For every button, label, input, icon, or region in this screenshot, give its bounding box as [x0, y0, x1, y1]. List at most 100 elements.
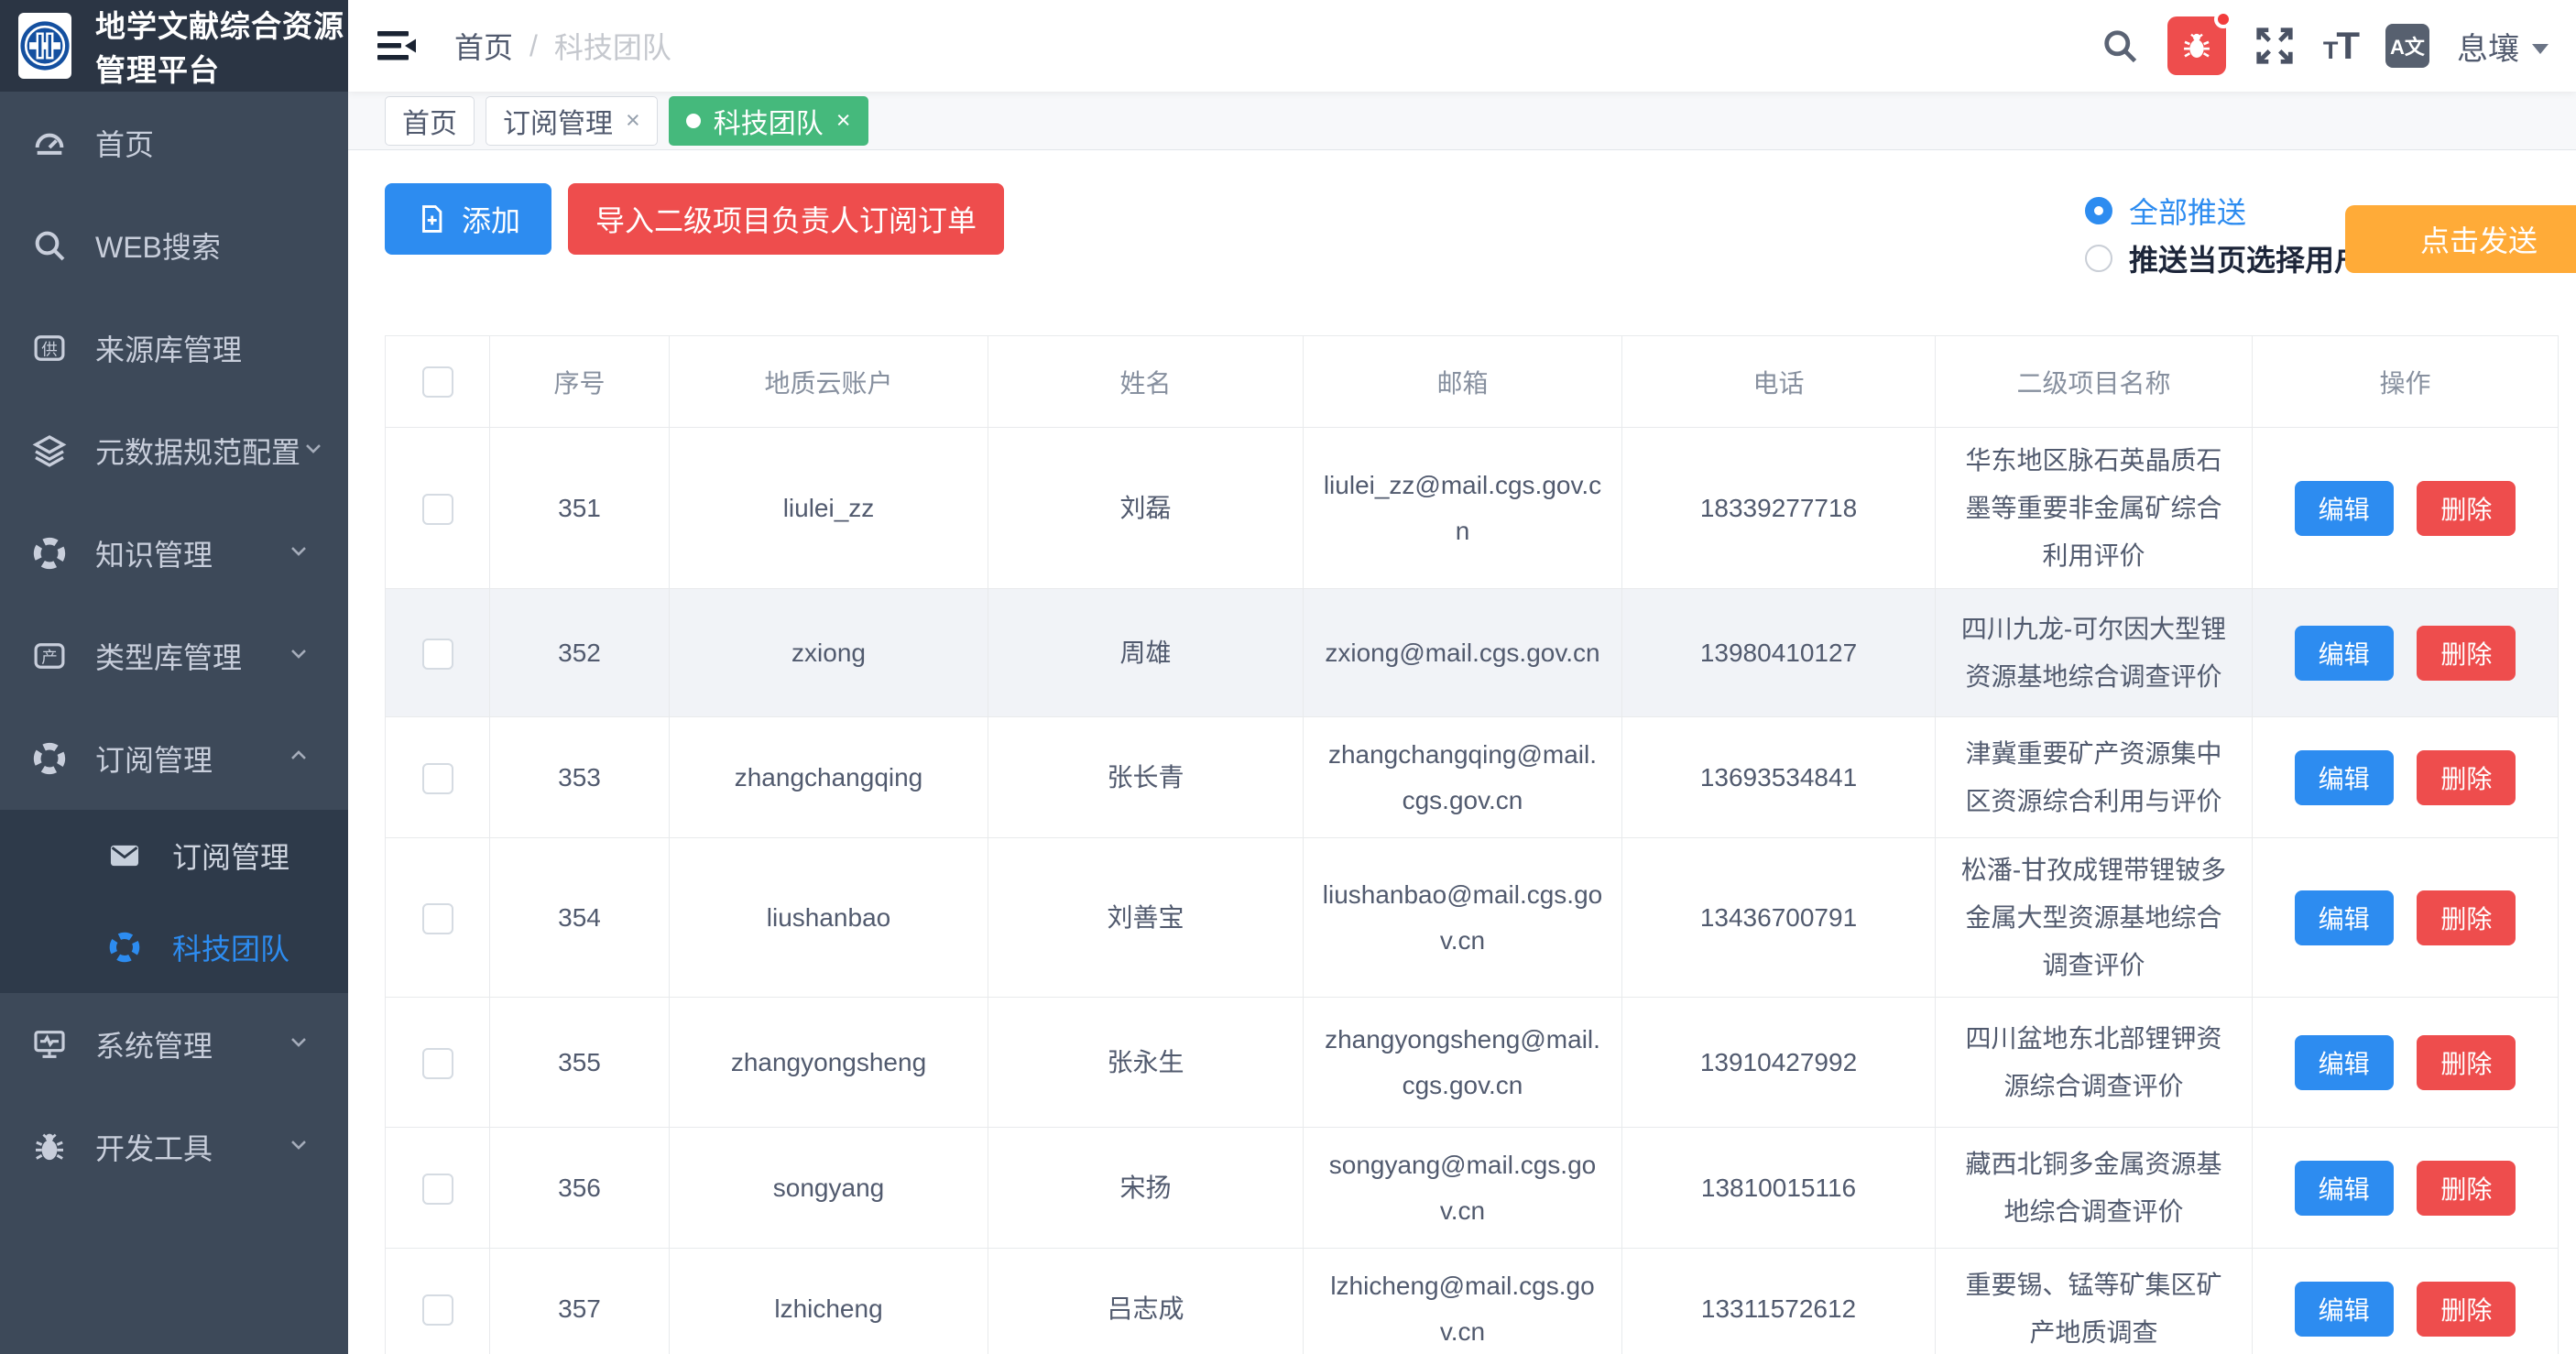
notification-dot	[2214, 10, 2232, 28]
cell-name: 宋扬	[988, 1128, 1304, 1249]
cell-actions: 编辑 删除	[2253, 589, 2559, 717]
table-row: 353 zhangchangqing 张长青 zhangchangqing@ma…	[386, 717, 2559, 838]
sidebar-subitem-label: 科技团队	[172, 926, 289, 968]
sidebar-item-subscription[interactable]: 订阅管理	[0, 707, 348, 810]
sidebar-item-type-library[interactable]: 产 类型库管理	[0, 605, 348, 707]
collapse-menu-icon[interactable]	[376, 27, 418, 64]
table-body: 351 liulei_zz 刘磊 liulei_zz@mail.cgs.gov.…	[386, 428, 2559, 1354]
row-checkbox-cell	[386, 428, 490, 589]
edit-button[interactable]: 编辑	[2295, 1161, 2394, 1216]
header-checkbox-cell	[386, 336, 490, 428]
cell-account: songyang	[670, 1128, 988, 1249]
search-icon[interactable]	[2100, 26, 2140, 66]
delete-button[interactable]: 删除	[2417, 750, 2516, 805]
row-checkbox[interactable]	[422, 763, 453, 794]
cell-seq: 356	[490, 1128, 670, 1249]
delete-button[interactable]: 删除	[2417, 481, 2516, 536]
row-checkbox-cell	[386, 1128, 490, 1249]
user-menu[interactable]: 息壤	[2457, 24, 2549, 69]
life-ring-icon	[29, 533, 70, 573]
cell-name: 张长青	[988, 717, 1304, 838]
sidebar-item-label: WEB搜索	[95, 224, 221, 267]
tab-subscription[interactable]: 订阅管理 ×	[486, 96, 658, 146]
delete-button[interactable]: 删除	[2417, 626, 2516, 681]
radio-push-all[interactable]: 全部推送	[2085, 191, 2363, 231]
radio-selected-icon[interactable]	[2085, 197, 2112, 224]
edit-button[interactable]: 编辑	[2295, 750, 2394, 805]
row-checkbox[interactable]	[422, 494, 453, 525]
sidebar-item-web-search[interactable]: WEB搜索	[0, 194, 348, 297]
send-button[interactable]: 点击发送	[2345, 205, 2576, 273]
delete-button[interactable]: 删除	[2417, 1035, 2516, 1090]
topbar: 首页 / 科技团队 TT A文 息壤	[348, 0, 2576, 92]
cell-seq: 353	[490, 717, 670, 838]
cell-account: liushanbao	[670, 838, 988, 998]
sidebar-item-label: 来源库管理	[95, 327, 242, 369]
column-header-actions: 操作	[2253, 336, 2559, 428]
bug-report-button[interactable]	[2167, 16, 2226, 75]
table-row: 351 liulei_zz 刘磊 liulei_zz@mail.cgs.gov.…	[386, 428, 2559, 589]
sidebar-item-metadata-config[interactable]: 元数据规范配置	[0, 399, 348, 502]
row-checkbox[interactable]	[422, 639, 453, 670]
sidebar-item-system[interactable]: 系统管理	[0, 993, 348, 1096]
sidebar-item-label: 首页	[95, 122, 154, 164]
sidebar-menu: 首页 WEB搜索 供 来源库管理 元数据规范配置	[0, 92, 348, 1198]
sidebar-subitem-tech-team[interactable]: 科技团队	[0, 901, 348, 993]
edit-button[interactable]: 编辑	[2295, 890, 2394, 945]
table-header-row: 序号 地质云账户 姓名 邮箱 电话 二级项目名称 操作	[386, 336, 2559, 428]
mail-icon	[106, 837, 143, 874]
search-icon	[29, 225, 70, 266]
delete-button[interactable]: 删除	[2417, 1282, 2516, 1337]
cell-project: 津冀重要矿产资源集中区资源综合利用与评价	[1936, 717, 2253, 838]
delete-button[interactable]: 删除	[2417, 1161, 2516, 1216]
subscribers-table: 序号 地质云账户 姓名 邮箱 电话 二级项目名称 操作 351 liulei_z…	[385, 335, 2559, 1354]
tab-tech-team[interactable]: 科技团队 ×	[669, 96, 868, 146]
tab-label: 订阅管理	[503, 101, 613, 141]
cell-account: lzhicheng	[670, 1249, 988, 1354]
breadcrumb-current: 科技团队	[554, 25, 671, 67]
add-button[interactable]: 添加	[385, 183, 551, 255]
edit-button[interactable]: 编辑	[2295, 1035, 2394, 1090]
row-checkbox[interactable]	[422, 1048, 453, 1079]
import-orders-button[interactable]: 导入二级项目负责人订阅订单	[568, 183, 1004, 255]
tab-home[interactable]: 首页	[385, 96, 475, 146]
delete-button[interactable]: 删除	[2417, 890, 2516, 945]
sidebar-item-knowledge[interactable]: 知识管理	[0, 502, 348, 605]
cell-account: zxiong	[670, 589, 988, 717]
sidebar-item-devtools[interactable]: 开发工具	[0, 1096, 348, 1198]
translate-icon[interactable]: A文	[2385, 24, 2429, 68]
type-library-icon: 产	[29, 636, 70, 676]
radio-push-selected[interactable]: 推送当页选择用户	[2085, 238, 2363, 278]
app-title: 地学文献综合资源管理平台	[95, 2, 348, 90]
table-row: 355 zhangyongsheng 张永生 zhangyongsheng@ma…	[386, 998, 2559, 1128]
row-checkbox[interactable]	[422, 1294, 453, 1326]
sidebar-item-home[interactable]: 首页	[0, 92, 348, 194]
row-checkbox[interactable]	[422, 1174, 453, 1205]
cell-account: zhangchangqing	[670, 717, 988, 838]
edit-button[interactable]: 编辑	[2295, 481, 2394, 536]
breadcrumb-home[interactable]: 首页	[454, 25, 513, 67]
close-icon[interactable]: ×	[626, 108, 640, 133]
column-header-account: 地质云账户	[670, 336, 988, 428]
font-size-icon[interactable]: TT	[2323, 24, 2358, 68]
cell-name: 刘善宝	[988, 838, 1304, 998]
cell-actions: 编辑 删除	[2253, 717, 2559, 838]
radio-unselected-icon[interactable]	[2085, 245, 2112, 272]
select-all-checkbox[interactable]	[422, 366, 453, 398]
cell-phone: 13910427992	[1622, 998, 1936, 1128]
sidebar-subitem-subscription-mgmt[interactable]: 订阅管理	[0, 810, 348, 901]
cell-phone: 13980410127	[1622, 589, 1936, 717]
table-row: 356 songyang 宋扬 songyang@mail.cgs.gov.cn…	[386, 1128, 2559, 1249]
edit-button[interactable]: 编辑	[2295, 1282, 2394, 1337]
tab-label: 首页	[402, 101, 457, 141]
cell-phone: 18339277718	[1622, 428, 1936, 589]
fullscreen-icon[interactable]	[2254, 25, 2296, 67]
row-checkbox[interactable]	[422, 903, 453, 934]
cell-email: zxiong@mail.cgs.gov.cn	[1304, 589, 1622, 717]
edit-button[interactable]: 编辑	[2295, 626, 2394, 681]
sidebar-item-source-library[interactable]: 供 来源库管理	[0, 297, 348, 399]
username: 息壤	[2457, 24, 2519, 69]
close-icon[interactable]: ×	[836, 108, 851, 133]
bug-icon	[29, 1127, 70, 1167]
cell-email: liulei_zz@mail.cgs.gov.cn	[1304, 428, 1622, 589]
